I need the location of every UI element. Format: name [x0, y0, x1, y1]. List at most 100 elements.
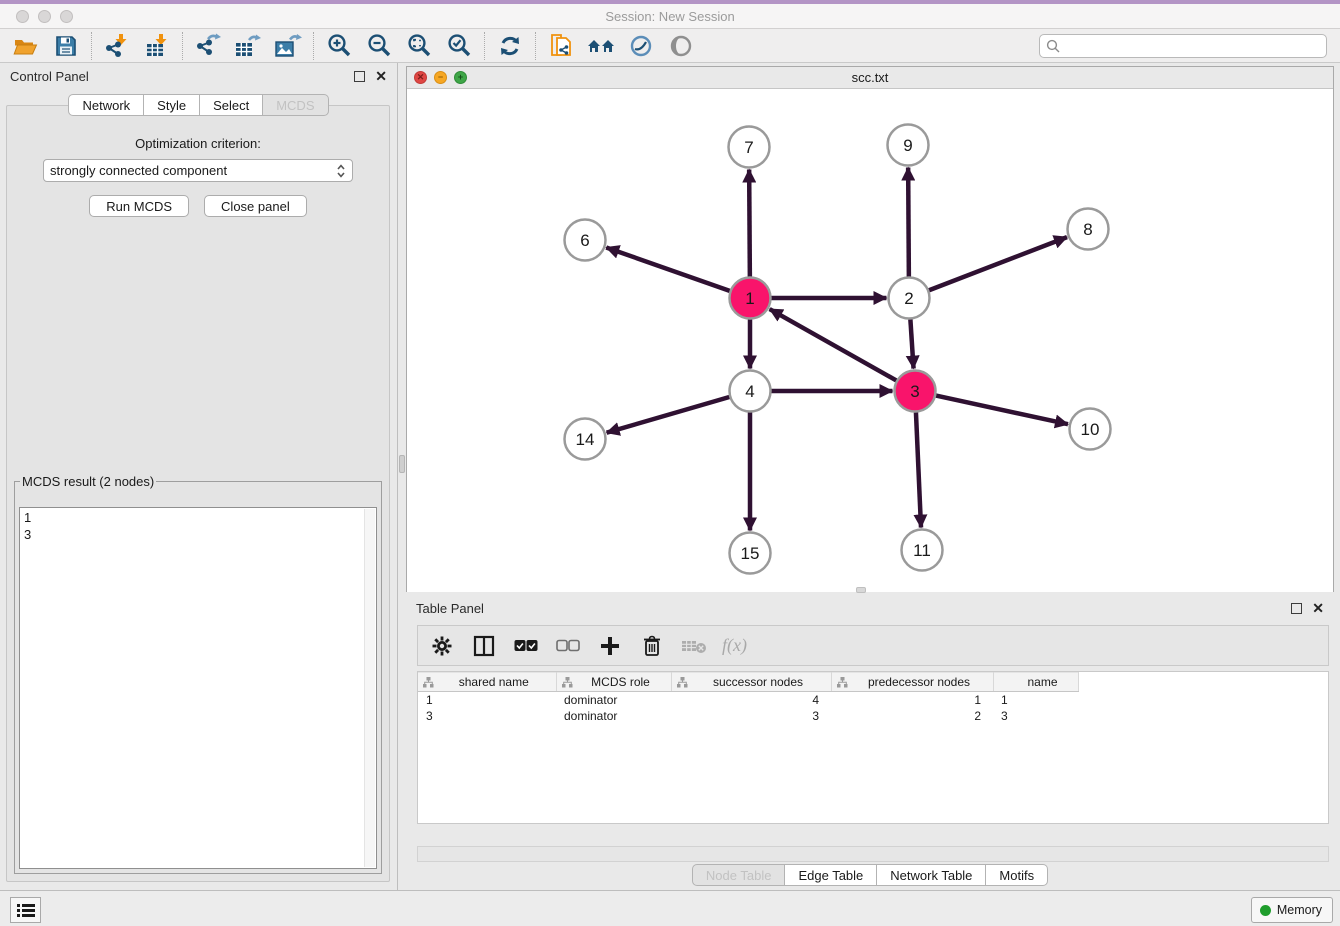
svg-text:7: 7 — [744, 138, 753, 157]
graph-node-4[interactable]: 4 — [730, 371, 771, 412]
tab-network-table[interactable]: Network Table — [877, 864, 986, 886]
save-session-icon[interactable] — [46, 31, 86, 61]
fit-content-icon[interactable] — [399, 31, 439, 61]
graph-node-8[interactable]: 8 — [1068, 209, 1109, 250]
table-panel-title: Table Panel — [416, 601, 1291, 616]
cell-MCDS-role[interactable]: dominator — [556, 692, 671, 708]
zoom-selected-icon[interactable] — [439, 31, 479, 61]
gear-icon[interactable] — [428, 631, 456, 661]
export-image-icon[interactable] — [268, 31, 308, 61]
deselect-all-icon[interactable] — [554, 631, 582, 661]
zoom-in-icon[interactable] — [319, 31, 359, 61]
svg-text:11: 11 — [913, 541, 931, 560]
search-input[interactable] — [1064, 36, 1326, 56]
cell-MCDS-role[interactable]: dominator — [556, 708, 671, 724]
cell-successor-nodes[interactable]: 4 — [671, 692, 831, 708]
graph-node-7[interactable]: 7 — [729, 127, 770, 168]
graph-node-1[interactable]: 1 — [730, 278, 771, 319]
graph-node-9[interactable]: 9 — [888, 125, 929, 166]
graph-node-11[interactable]: 11 — [902, 530, 943, 571]
add-column-icon[interactable] — [596, 631, 624, 661]
graph-node-2[interactable]: 2 — [889, 278, 930, 319]
graph-edge-2-3[interactable] — [910, 319, 913, 368]
column-header-predecessor-nodes[interactable]: predecessor nodes — [831, 673, 993, 692]
mcds-result-scrollbar[interactable] — [364, 509, 375, 867]
export-table-icon[interactable] — [228, 31, 268, 61]
column-header-name[interactable]: name — [993, 673, 1078, 692]
graph-node-14[interactable]: 14 — [565, 419, 606, 460]
table-row[interactable]: 1dominator411 — [418, 692, 1078, 708]
network-graph: 7 9 6 8 1 2 4 3 14 10 15 11 — [407, 89, 1333, 592]
memory-button[interactable]: Memory — [1251, 897, 1333, 923]
tab-edge-table[interactable]: Edge Table — [785, 864, 877, 886]
cell-predecessor-nodes[interactable]: 1 — [831, 692, 993, 708]
cell-shared-name[interactable]: 1 — [418, 692, 556, 708]
table-row[interactable]: 3dominator323 — [418, 708, 1078, 724]
open-file-icon[interactable] — [6, 31, 46, 61]
export-network-icon[interactable] — [188, 31, 228, 61]
tab-style[interactable]: Style — [144, 94, 200, 116]
cell-name[interactable]: 1 — [993, 692, 1078, 708]
graph-edge-2-8[interactable] — [929, 237, 1067, 290]
column-header-MCDS-role[interactable]: MCDS role — [556, 673, 671, 692]
memory-label: Memory — [1277, 903, 1322, 917]
import-table-icon[interactable] — [137, 31, 177, 61]
node-table[interactable]: shared nameMCDS rolesuccessor nodesprede… — [417, 671, 1329, 824]
graph-edge-3-1[interactable] — [770, 309, 897, 380]
toolbar-separator — [182, 32, 183, 60]
control-panel-title: Control Panel — [10, 69, 354, 84]
apply-layout-icon[interactable] — [490, 31, 530, 61]
cell-predecessor-nodes[interactable]: 2 — [831, 708, 993, 724]
graph-edge-4-14[interactable] — [607, 397, 730, 433]
graph-edge-1-7[interactable] — [749, 169, 750, 276]
run-mcds-button[interactable]: Run MCDS — [89, 195, 189, 217]
vertical-splitter-handle[interactable] — [399, 455, 405, 473]
graph-edge-2-9[interactable] — [908, 167, 909, 276]
network-window-titlebar[interactable]: ✕ − + scc.txt — [407, 67, 1333, 89]
table-panel: Table Panel ✕ f(x) shared nameMCDS roles… — [406, 595, 1334, 888]
table-hscroll[interactable] — [417, 846, 1329, 862]
network-canvas[interactable]: 7 9 6 8 1 2 4 3 14 10 15 11 — [407, 89, 1333, 592]
float-panel-icon[interactable] — [354, 71, 365, 82]
graph-edge-3-11[interactable] — [916, 412, 921, 527]
tab-motifs[interactable]: Motifs — [986, 864, 1048, 886]
delete-icon[interactable] — [638, 631, 666, 661]
cell-shared-name[interactable]: 3 — [418, 708, 556, 724]
close-table-panel-icon[interactable]: ✕ — [1312, 603, 1324, 614]
select-all-icon[interactable] — [512, 631, 540, 661]
import-network-icon[interactable] — [97, 31, 137, 61]
delete-table-icon — [680, 631, 708, 661]
graph-edge-3-10[interactable] — [936, 396, 1068, 425]
tab-node-table[interactable]: Node Table — [692, 864, 786, 886]
float-table-panel-icon[interactable] — [1291, 603, 1302, 614]
horizontal-splitter-handle[interactable] — [856, 587, 866, 593]
criterion-select[interactable]: strongly connected component — [43, 159, 353, 182]
task-list-button[interactable] — [10, 897, 41, 923]
cell-successor-nodes[interactable]: 3 — [671, 708, 831, 724]
show-details-icon[interactable] — [661, 31, 701, 61]
first-neighbors-icon[interactable] — [581, 31, 621, 61]
zoom-out-icon[interactable] — [359, 31, 399, 61]
close-panel-button[interactable]: Close panel — [204, 195, 307, 217]
cell-name[interactable]: 3 — [993, 708, 1078, 724]
graph-node-3[interactable]: 3 — [895, 371, 936, 412]
mcds-result-group: MCDS result (2 nodes) 13 — [14, 474, 382, 874]
graph-node-10[interactable]: 10 — [1070, 409, 1111, 450]
node-table-grid[interactable]: shared nameMCDS rolesuccessor nodesprede… — [418, 672, 1079, 724]
svg-text:3: 3 — [910, 382, 919, 401]
mcds-result-line: 1 — [24, 509, 372, 526]
visual-style-icon[interactable] — [621, 31, 661, 61]
graph-node-6[interactable]: 6 — [565, 220, 606, 261]
clone-network-icon[interactable] — [541, 31, 581, 61]
graph-node-15[interactable]: 15 — [730, 533, 771, 574]
tab-network[interactable]: Network — [68, 94, 144, 116]
tab-select[interactable]: Select — [200, 94, 263, 116]
columns-icon[interactable] — [470, 631, 498, 661]
tab-mcds[interactable]: MCDS — [263, 94, 328, 116]
column-header-shared-name[interactable]: shared name — [418, 673, 556, 692]
search-field[interactable] — [1039, 34, 1327, 58]
column-header-successor-nodes[interactable]: successor nodes — [671, 673, 831, 692]
close-panel-icon[interactable]: ✕ — [375, 71, 387, 82]
mcds-result-text[interactable]: 13 — [19, 507, 377, 869]
graph-edge-1-6[interactable] — [606, 247, 729, 290]
